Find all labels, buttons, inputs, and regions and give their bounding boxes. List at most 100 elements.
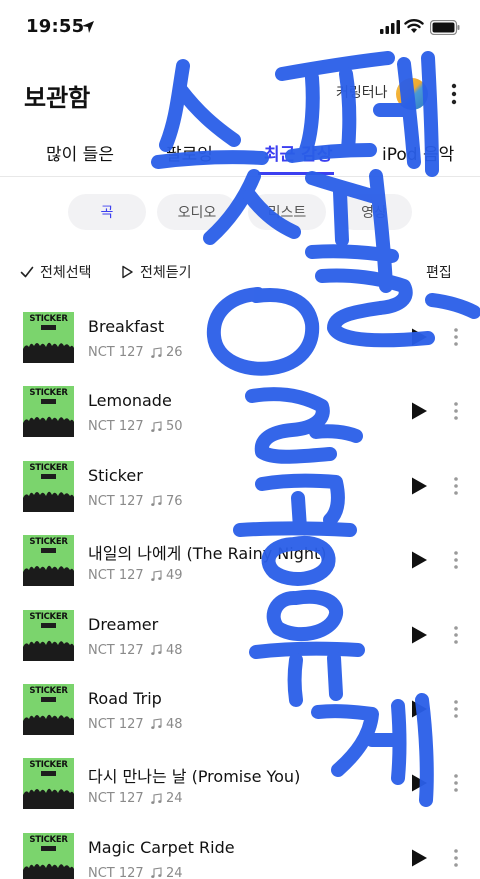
select-all-button[interactable]: 전체선택 [20, 262, 92, 282]
tab-most-played[interactable]: 많이 들은 [46, 140, 114, 165]
song-play-count: 49 [150, 568, 183, 583]
row-more-icon[interactable] [450, 475, 462, 497]
play-all-button[interactable]: 전체듣기 [120, 262, 192, 282]
song-row[interactable]: STICKER Road Trip NCT 127 48 [0, 671, 480, 745]
scribble-stroke [305, 244, 399, 263]
scribble-stroke [159, 59, 190, 152]
play-icon[interactable] [410, 773, 428, 793]
play-icon[interactable] [410, 625, 428, 645]
album-art-text: STICKER [29, 685, 68, 696]
play-count-value: 26 [166, 345, 183, 360]
play-outline-icon [122, 265, 133, 279]
filter-chip-video[interactable]: 영상 [336, 194, 412, 230]
music-note-icon [151, 346, 162, 358]
tab-recent[interactable]: 최근 감상 [264, 140, 332, 165]
scribble-stroke [174, 83, 241, 147]
row-more-icon[interactable] [450, 326, 462, 348]
music-note-icon [151, 644, 162, 655]
song-play-count: 26 [150, 345, 183, 360]
song-artist: NCT 127 [88, 716, 144, 732]
row-more-icon[interactable] [450, 400, 462, 422]
song-row[interactable]: STICKER Breakfast NCT 127 26 [0, 299, 480, 373]
album-art-text: STICKER [29, 537, 68, 548]
album-art-text: STICKER [29, 314, 68, 324]
song-play-count: 24 [150, 791, 183, 806]
avatar[interactable] [396, 78, 428, 110]
status-bar: 19:55 [0, 0, 480, 58]
filter-chip-list[interactable]: 리스트 [248, 194, 326, 230]
music-note-icon [151, 421, 162, 432]
album-art-text: STICKER [29, 462, 68, 473]
song-row[interactable]: STICKER 다시 만나는 날 (Promise You) NCT 127 24 [0, 745, 480, 819]
row-more-icon[interactable] [450, 698, 462, 720]
play-icon[interactable] [410, 848, 428, 868]
tabs-divider [0, 176, 480, 177]
wifi-icon [404, 19, 424, 33]
music-note-icon [151, 495, 162, 507]
song-title: Dreamer [88, 614, 159, 634]
check-icon [20, 266, 34, 278]
album-art-crowd [23, 863, 74, 879]
song-title: Breakfast [88, 317, 165, 336]
page-title: 보관함 [24, 84, 91, 112]
album-art-crowd [23, 714, 74, 735]
song-title: Magic Carpet Ride [88, 837, 235, 857]
album-art-tag [41, 473, 56, 479]
song-artist: NCT 127 [88, 791, 144, 807]
song-title: Sticker [88, 465, 143, 485]
row-more-icon[interactable] [450, 549, 462, 571]
album-art: STICKER [23, 535, 74, 587]
play-icon[interactable] [410, 550, 428, 570]
play-count-value: 24 [166, 865, 183, 879]
filter-chip-songs[interactable]: 곡 [68, 194, 146, 230]
album-art-tag [41, 325, 56, 330]
filter-chip-audio[interactable]: 오디오 [157, 194, 237, 230]
album-art-tag [41, 548, 56, 554]
album-art: STICKER [23, 460, 74, 512]
song-row[interactable]: STICKER Lemonade NCT 127 50 [0, 373, 480, 447]
song-row[interactable]: STICKER Dreamer NCT 127 48 [0, 597, 480, 671]
album-art-tag [41, 399, 56, 405]
more-options-icon[interactable] [448, 82, 460, 106]
song-play-count: 50 [150, 419, 183, 434]
play-count-value: 48 [166, 716, 183, 732]
album-art-text: STICKER [29, 834, 68, 845]
song-artist: NCT 127 [88, 493, 144, 509]
song-play-count: 48 [150, 643, 183, 658]
tab-active-indicator [258, 172, 334, 175]
play-icon[interactable] [410, 476, 428, 496]
album-art: STICKER [23, 832, 74, 879]
song-play-count: 24 [150, 866, 183, 879]
row-more-icon[interactable] [450, 772, 462, 794]
row-more-icon[interactable] [450, 847, 462, 869]
album-art-tag [41, 696, 56, 702]
play-icon[interactable] [410, 699, 428, 719]
album-art: STICKER [23, 683, 74, 735]
album-art-crowd [23, 789, 74, 810]
status-time: 19:55 [26, 16, 85, 37]
location-arrow-icon [82, 21, 94, 33]
song-row[interactable]: STICKER Sticker NCT 127 76 [0, 448, 480, 522]
user-name[interactable]: 커링터나 [336, 82, 388, 102]
battery-icon [430, 20, 460, 35]
song-row[interactable]: STICKER Magic Carpet Ride NCT 127 24 [0, 820, 480, 879]
music-note-icon [151, 718, 162, 730]
album-art-crowd [23, 640, 74, 661]
tab-following[interactable]: 팔로잉 [166, 140, 213, 165]
cellular-signal-icon [380, 20, 400, 34]
play-all-label: 전체듣기 [140, 265, 192, 281]
song-artist: NCT 127 [88, 865, 144, 879]
album-art: STICKER [23, 609, 74, 661]
album-art-text: STICKER [29, 611, 68, 622]
album-art: STICKER [23, 312, 74, 363]
song-artist: NCT 127 [88, 642, 144, 658]
play-count-value: 48 [166, 642, 183, 658]
play-icon[interactable] [410, 327, 428, 347]
song-row[interactable]: STICKER 내일의 나에게 (The Rainy Night) NCT 127 4… [0, 522, 480, 596]
song-title: 내일의 나에게 (The Rainy Night) [88, 544, 327, 564]
edit-button[interactable]: 편집 [426, 262, 452, 282]
play-icon[interactable] [410, 401, 428, 421]
row-more-icon[interactable] [450, 624, 462, 646]
tab-ipod-music[interactable]: iPod 음악 [382, 140, 454, 165]
select-all-label: 전체선택 [40, 265, 92, 281]
